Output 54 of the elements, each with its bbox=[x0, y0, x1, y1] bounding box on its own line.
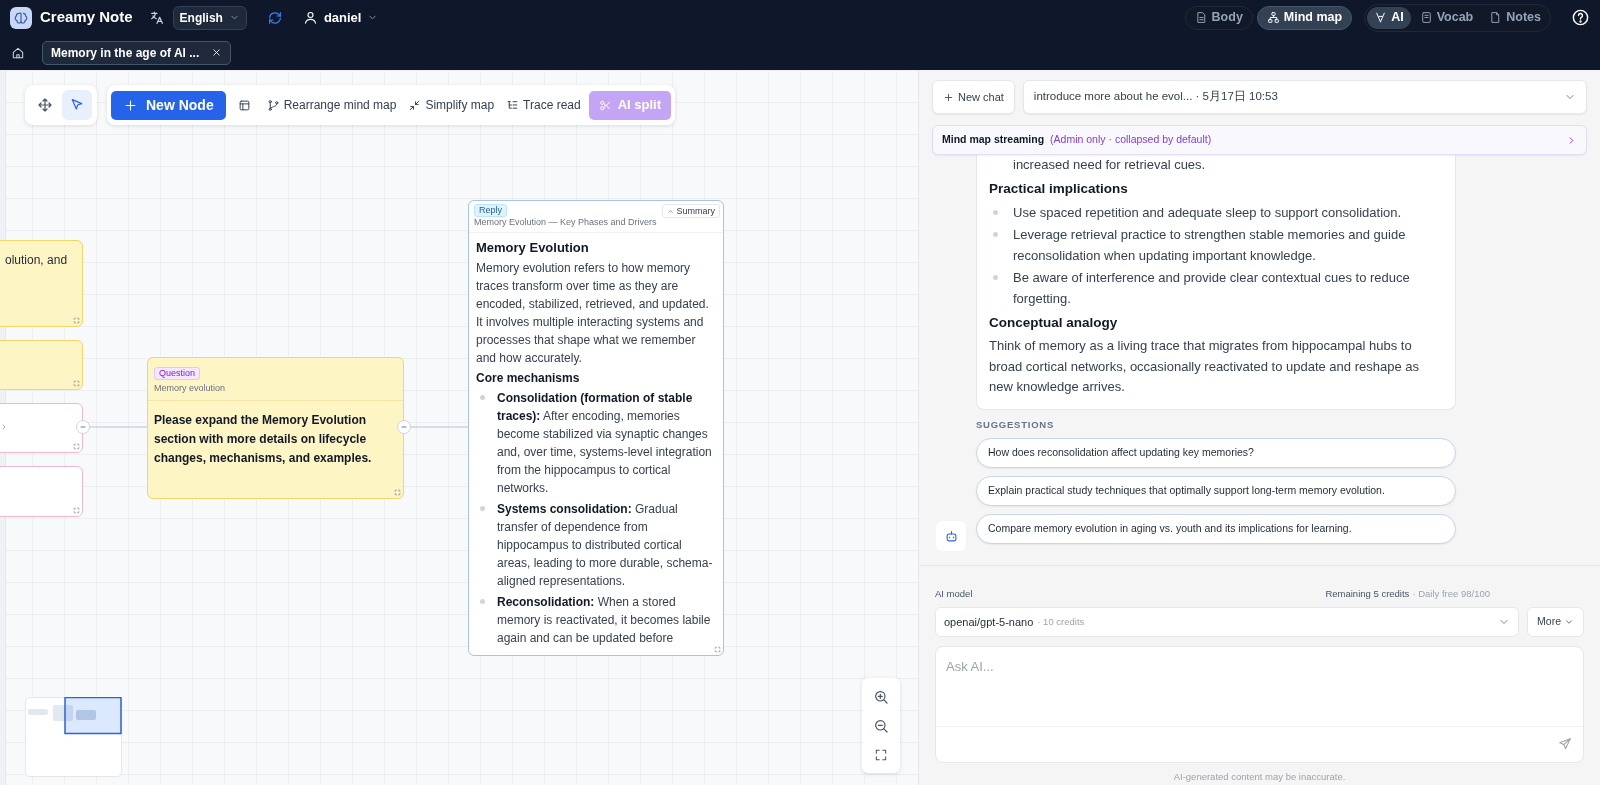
node-subtitle: Memory evolution bbox=[154, 383, 227, 394]
reply-list-item: Consolidation (formation of stable traces): After encoding, memories become stabilized via synaptic changes and, over time, systems-level integration from the hippocampus to cortical networks. bbox=[497, 390, 713, 497]
panel-tab[interactable]: Vocab bbox=[1412, 6, 1481, 29]
app-name: Creamy Note bbox=[40, 7, 133, 28]
toolbar-button[interactable]: Rearrange mind map bbox=[262, 90, 401, 120]
model-select[interactable]: openai/gpt-5-nano · 10 credits bbox=[935, 607, 1520, 638]
streaming-note: (Admin only · collapsed by default) bbox=[1050, 132, 1212, 148]
conversation-select[interactable]: introduce more about he evol... · 5月17日 10:53 bbox=[1022, 80, 1587, 114]
toolbar-button[interactable]: Simplify map bbox=[404, 90, 499, 120]
disclaimer-text: AI-generated content may be inaccurate. bbox=[1172, 770, 1347, 785]
node-subtitle: Memory Evolution — Key Phases and Drivers bbox=[474, 217, 658, 228]
suggestion-chip[interactable]: How does reconsolidation affect updating key memories? bbox=[976, 438, 1456, 469]
suggestion-chip[interactable]: Compare memory evolution in aging vs. youth and its implications for learning. bbox=[976, 514, 1456, 545]
message-text: increased need for retrieval cues. bbox=[1012, 156, 1207, 174]
node-text: olution, and bbox=[4, 252, 69, 269]
toolbar-button[interactable]: Trace read bbox=[502, 90, 585, 120]
question-text: Please expand the Memory Evolution section with more details on lifecycle changes, mechanisms, and examples. bbox=[153, 412, 373, 467]
panel-tab[interactable]: Notes bbox=[1482, 6, 1548, 29]
message-paragraph: Think of memory as a living trace that migrates from hippocampal hubs to broad cortical networks, occasionally reactivated to update and reshape as new knowledge arrives. bbox=[989, 337, 1420, 396]
message-list-item: Use spaced repetition and adequate sleep to support consolidation. bbox=[1013, 204, 1402, 222]
view-tab[interactable]: Mind map bbox=[1256, 5, 1353, 30]
note-node[interactable]: olution, and bbox=[0, 240, 83, 327]
new-chat-button[interactable]: New chat bbox=[932, 80, 1015, 114]
streaming-title: Mind map streaming bbox=[942, 132, 1045, 148]
reply-paragraph: Memory evolution refers to how memory traces transform over time as they are encoded, stabilized, retrieved, and updated. It involves multiple interacting systems and processes that shape what we remember and how accurately. bbox=[476, 260, 710, 367]
reply-list-item: Reconsolidation: When a stored memory is reactivated, it becomes labile again and can be updated before bbox=[497, 594, 712, 647]
reply-subheading: Core mechanisms bbox=[476, 370, 581, 387]
suggestions-label: SUGGESTIONS bbox=[976, 418, 1056, 432]
more-button[interactable]: More bbox=[1527, 607, 1584, 638]
user-menu[interactable]: daniel bbox=[302, 7, 379, 28]
toolbar-button[interactable]: New Node bbox=[111, 90, 226, 120]
message-heading: Conceptual analogy bbox=[989, 314, 1119, 332]
question-node[interactable]: Question Memory evolution Please expand the Memory Evolution section with more details on lifecycle changes, mechanisms, and examples. bbox=[147, 357, 404, 499]
reply-badge: Reply bbox=[474, 204, 507, 217]
document-tab[interactable]: Memory in the age of AI ... bbox=[42, 40, 232, 65]
reply-list-item: Systems consolidation: Gradual transfer of dependence from hippocampus to distributed cortical areas, leading to more durable, schema-aligned representations. bbox=[497, 501, 714, 590]
document-tab-title: Memory in the age of AI ... bbox=[51, 44, 200, 62]
summary-button[interactable]: Summary bbox=[662, 204, 720, 218]
model-cost: · 10 credits bbox=[1037, 615, 1085, 630]
language-select[interactable]: English bbox=[172, 5, 247, 30]
model-name: openai/gpt-5-nano bbox=[944, 615, 1034, 630]
message-list-item: Be aware of interference and provide clear contextual cues to reduce forgetting. bbox=[1013, 269, 1411, 308]
model-label: AI model bbox=[935, 587, 973, 601]
message-heading: Practical implications bbox=[989, 180, 1129, 198]
view-tab[interactable]: Body bbox=[1184, 5, 1253, 30]
streaming-panel-toggle[interactable]: Mind map streaming (Admin only · collapsed by default) bbox=[932, 125, 1587, 155]
daily-credits-text: · Daily free 98/100 bbox=[1412, 587, 1490, 601]
question-badge: Question bbox=[154, 367, 201, 380]
panel-tab[interactable]: AI bbox=[1367, 6, 1411, 29]
message-list-item: Leverage retrieval practice to strengthen stable memories and guide reconsolidation when updating important knowledge. bbox=[1013, 226, 1407, 265]
suggestion-chip[interactable]: Explain practical study techniques that optimally support long-term memory evolution. bbox=[976, 476, 1456, 507]
reply-heading: Memory Evolution bbox=[476, 239, 590, 257]
credits-text: Remaining 5 credits bbox=[1325, 587, 1410, 601]
chat-input[interactable]: Ask AI... bbox=[935, 646, 1584, 764]
